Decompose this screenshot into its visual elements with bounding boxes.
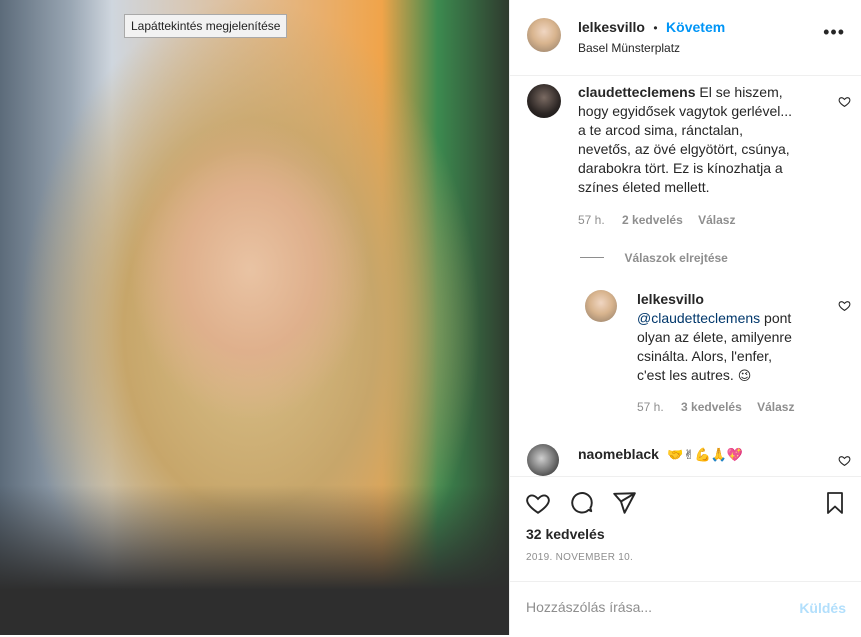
wink-emoji-icon: 😉 (737, 369, 752, 384)
reply-time[interactable]: 57 h. (637, 400, 664, 414)
reply-username[interactable]: lelkesvillo (637, 291, 704, 307)
post-side-panel: lelkesvillo • Követem Basel Münsterplatz… (509, 0, 861, 635)
save-bookmark-icon[interactable] (823, 490, 847, 516)
partial-username[interactable]: naomeblack (578, 446, 659, 462)
share-plane-icon[interactable] (611, 490, 637, 516)
reply-reply-button[interactable]: Válasz (757, 400, 794, 414)
comment-input[interactable] (526, 599, 786, 615)
post-actions: 32 kedvelés 2019. NOVEMBER 10. Küldés (510, 476, 861, 636)
reply-meta: 57 h. 3 kedvelés Válasz (637, 400, 794, 414)
likes-count[interactable]: 32 kedvelés (526, 526, 605, 542)
comment-bubble-icon[interactable] (569, 490, 595, 516)
comment-line: hogy egyidősek vagytok gerlével... (578, 103, 793, 119)
comment-item: claudetteclemens El se hiszem, hogy egyi… (510, 76, 861, 236)
comment-like-heart-icon[interactable] (838, 95, 851, 108)
preview-tooltip: Lapáttekintés megjelenítése (124, 14, 288, 38)
reply-body: lelkesvillo @claudetteclemens pont olyan… (637, 290, 837, 386)
hide-replies-label: Válaszok elrejtése (624, 251, 728, 265)
naomeblack-avatar[interactable] (527, 444, 559, 476)
comment-line: a te arcod sima, ránctalan, (578, 122, 743, 138)
comment-line: színes életed mellett. (578, 179, 710, 195)
commenter-username[interactable]: claudetteclemens (578, 84, 696, 100)
hide-replies-toggle[interactable]: Válaszok elrejtése (580, 249, 728, 267)
reply-mention[interactable]: @claudetteclemens (637, 310, 760, 326)
header-separator: • (653, 21, 658, 35)
post-header: lelkesvillo • Követem Basel Münsterplatz… (510, 0, 861, 76)
post-date[interactable]: 2019. NOVEMBER 10. (526, 552, 633, 563)
post-comment-button[interactable]: Küldés (799, 600, 846, 616)
author-username[interactable]: lelkesvillo (578, 19, 645, 35)
partial-like-heart-icon[interactable] (838, 454, 851, 467)
follow-button[interactable]: Követem (666, 19, 725, 35)
more-options-icon[interactable]: ••• (823, 22, 845, 43)
author-avatar[interactable] (527, 18, 561, 52)
post-photo[interactable]: Lapáttekintés megjelenítése (0, 0, 509, 635)
reply-line: c'est les autres. (637, 367, 738, 383)
hide-replies-line (580, 257, 604, 259)
comment-composer: Küldés (510, 581, 861, 637)
like-heart-icon[interactable] (525, 490, 551, 516)
reply-line: pont (760, 310, 792, 326)
comment-line: nevetős, az övé elgyötört, csúnya, (578, 141, 790, 157)
comment-line: darabokra tört. Ez is kínozhatja a (578, 160, 783, 176)
comment-body: claudetteclemens El se hiszem, hogy egyi… (578, 83, 828, 197)
comment-line: El se hiszem, (699, 84, 783, 100)
comment-time[interactable]: 57 h. (578, 213, 605, 227)
comment-meta: 57 h. 2 kedvelés Válasz (578, 213, 735, 227)
post-location[interactable]: Basel Münsterplatz (578, 41, 680, 55)
comment-reply-button[interactable]: Válasz (698, 213, 735, 227)
reply-line: csinálta. Alors, l'enfer, (637, 348, 772, 364)
photo-shadow (0, 485, 509, 635)
reply-like-heart-icon[interactable] (838, 299, 851, 312)
reply-line: olyan az élete, amilyenre (637, 329, 792, 345)
reply-likes[interactable]: 3 kedvelés (681, 400, 742, 414)
partial-comment: naomeblack 🤝✌💪🙏💖 (510, 436, 861, 476)
commenter-avatar[interactable] (527, 84, 561, 118)
partial-comment-emojis: 🤝✌💪🙏💖 (667, 448, 744, 463)
comment-likes[interactable]: 2 kedvelés (622, 213, 683, 227)
reply-avatar[interactable] (585, 290, 617, 322)
reply-item: lelkesvillo @claudetteclemens pont olyan… (510, 285, 861, 420)
